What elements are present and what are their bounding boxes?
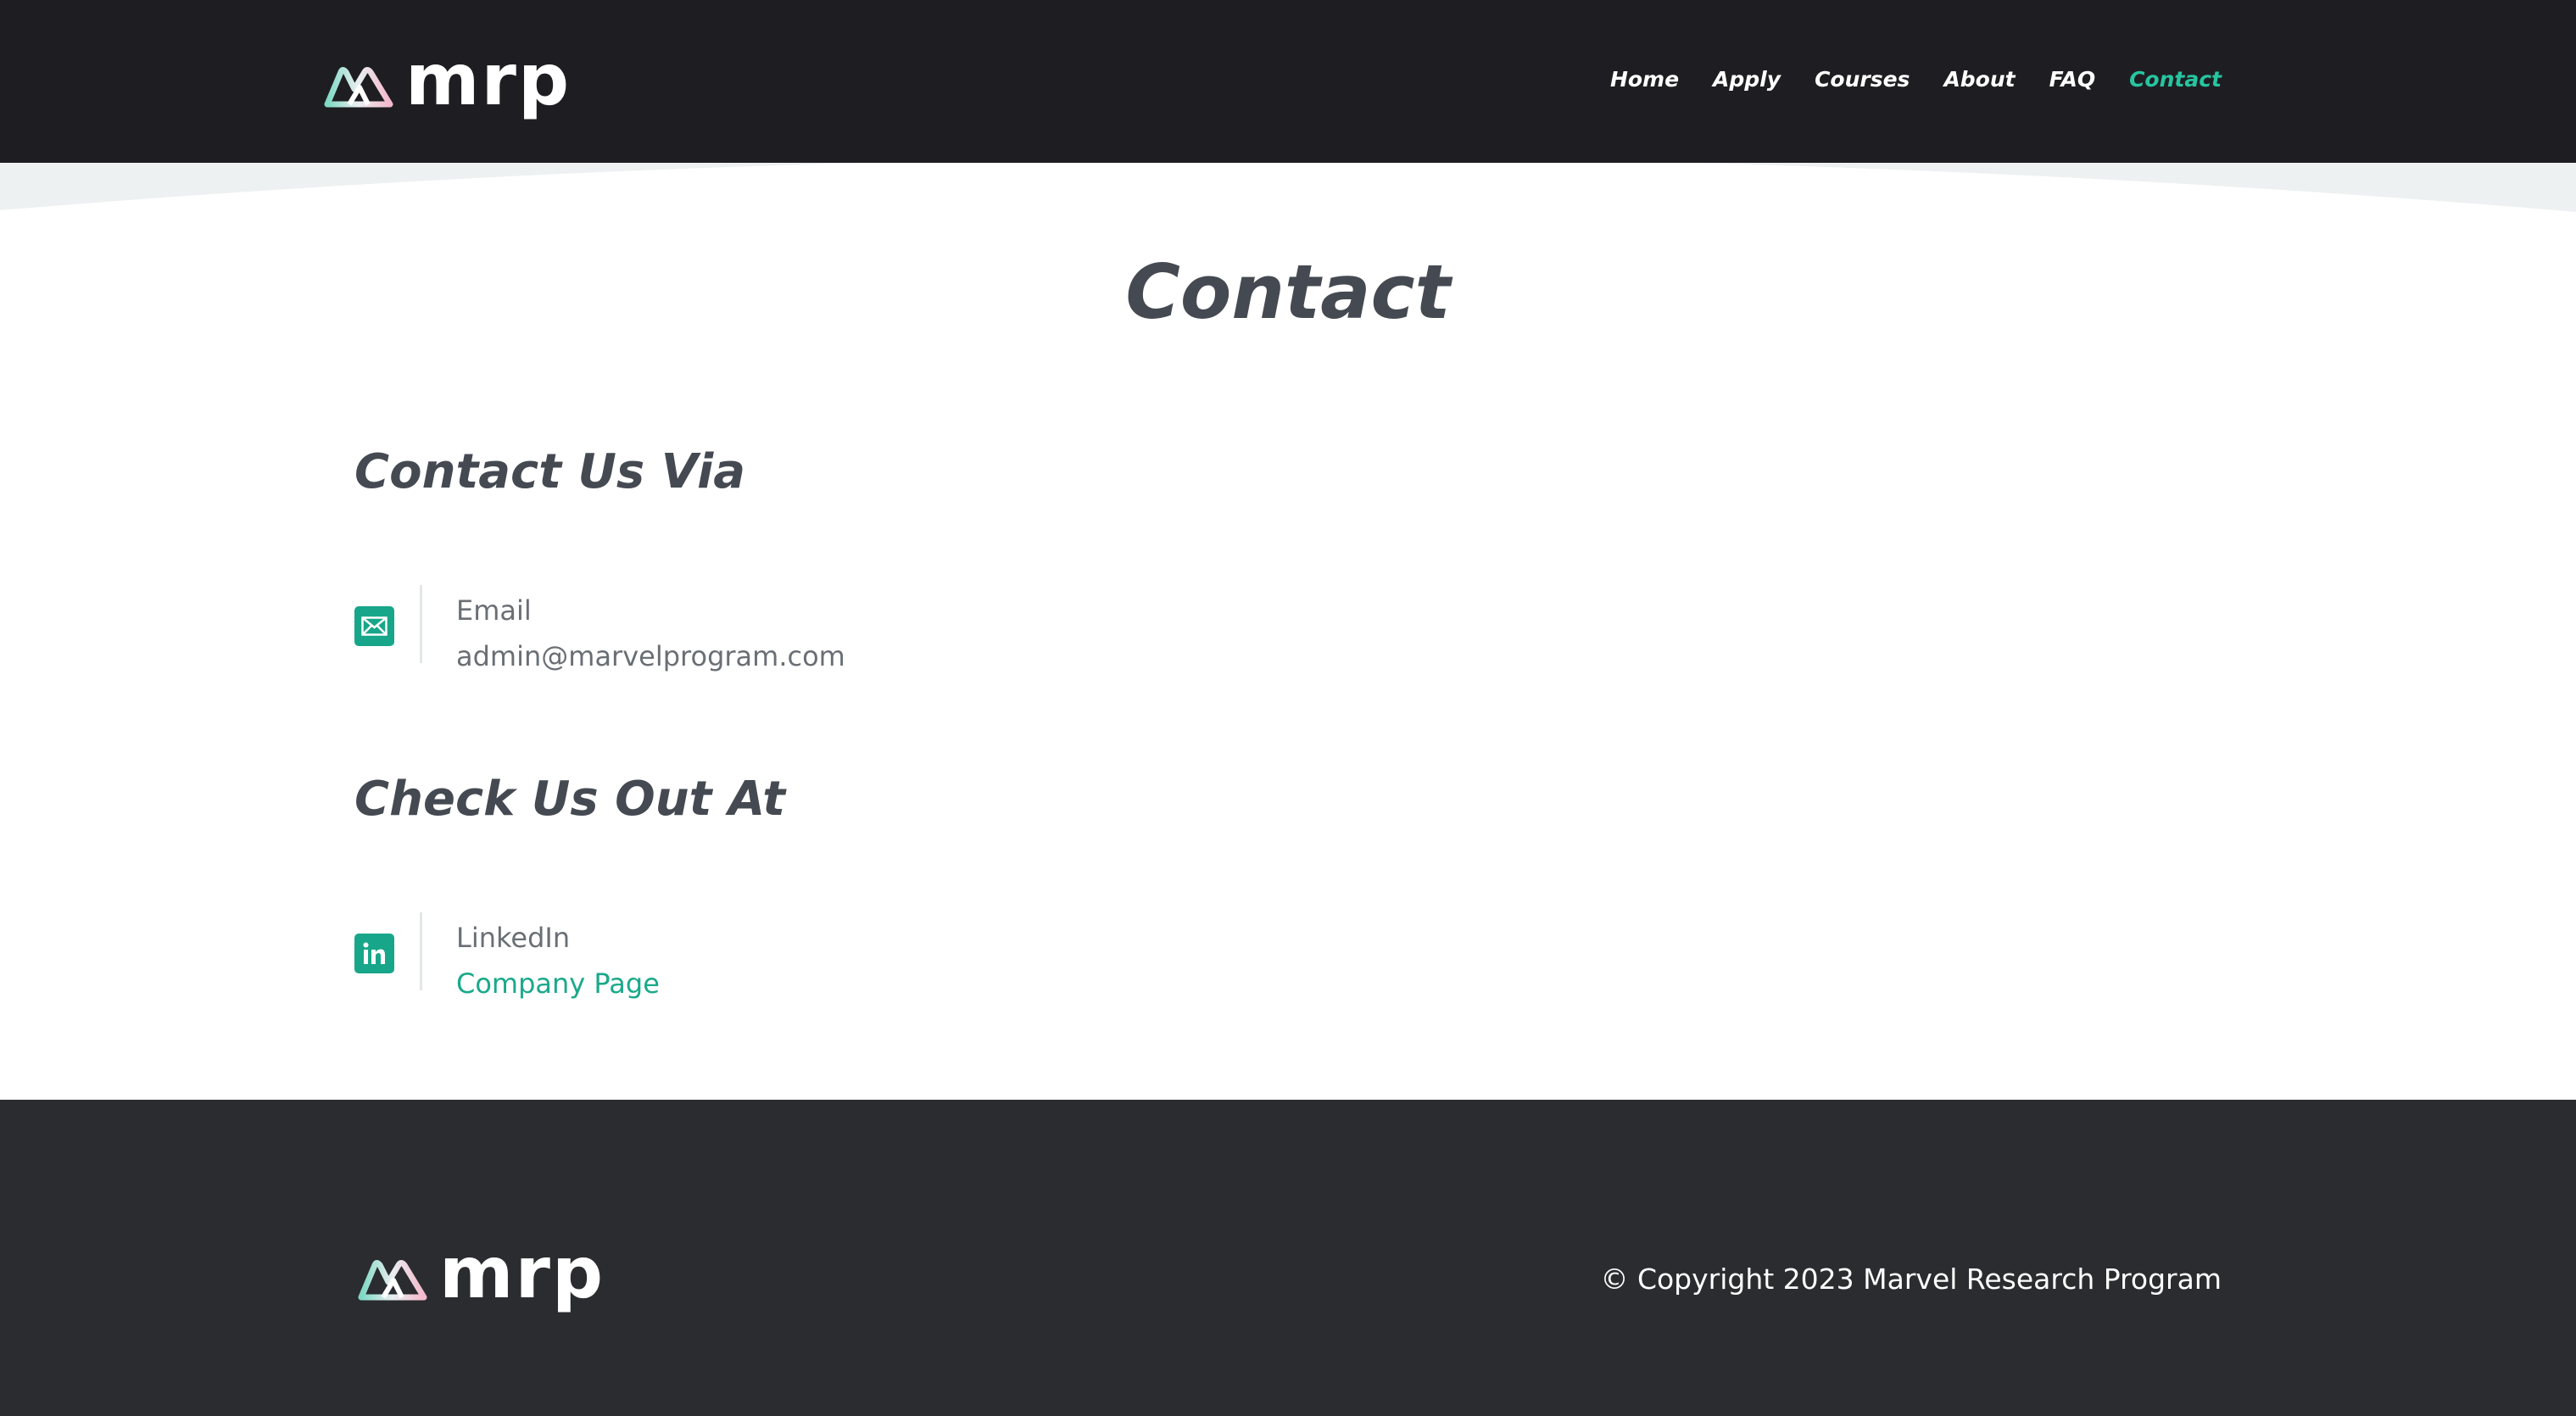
item-divider bbox=[420, 585, 422, 663]
social-section-title: Check Us Out At bbox=[354, 772, 785, 827]
site-footer: mrp © Copyright 2023 Marvel Research Pro… bbox=[0, 1100, 2576, 1416]
copyright-text: © Copyright 2023 Marvel Research Program bbox=[1600, 1263, 2222, 1296]
contact-item-linkedin: LinkedIn Company Page bbox=[354, 912, 1372, 1000]
footer-logo[interactable]: mrp bbox=[358, 1237, 605, 1308]
logo-mark-icon bbox=[324, 67, 393, 108]
nav-faq[interactable]: FAQ bbox=[2049, 64, 2095, 95]
site-header: mrp Home Apply Courses About FAQ Contact bbox=[0, 0, 2576, 163]
nav-home[interactable]: Home bbox=[1610, 64, 1679, 95]
linkedin-icon bbox=[354, 934, 394, 973]
header-curve-divider bbox=[0, 163, 2576, 214]
logo-wordmark: mrp bbox=[405, 38, 572, 121]
contact-item-email: Email admin@marvelprogram.com bbox=[354, 585, 1372, 672]
linkedin-label: LinkedIn bbox=[456, 922, 571, 954]
nav-about[interactable]: About bbox=[1943, 64, 2015, 95]
contact-section-title: Contact Us Via bbox=[354, 444, 746, 499]
item-divider bbox=[420, 912, 422, 990]
email-address-link[interactable]: admin@marvelprogram.com bbox=[456, 639, 845, 673]
logo-wordmark: mrp bbox=[439, 1231, 605, 1314]
email-label: Email bbox=[456, 594, 532, 627]
header-logo[interactable]: mrp bbox=[324, 44, 571, 115]
main-nav: Home Apply Courses About FAQ Contact bbox=[1610, 64, 2222, 95]
nav-apply[interactable]: Apply bbox=[1713, 64, 1781, 95]
envelope-icon bbox=[354, 606, 394, 646]
nav-courses[interactable]: Courses bbox=[1815, 64, 1910, 95]
page-title: Contact bbox=[1125, 248, 1451, 336]
logo-mark-icon bbox=[358, 1260, 427, 1301]
company-page-link[interactable]: Company Page bbox=[456, 967, 660, 1001]
nav-contact[interactable]: Contact bbox=[2129, 64, 2222, 95]
